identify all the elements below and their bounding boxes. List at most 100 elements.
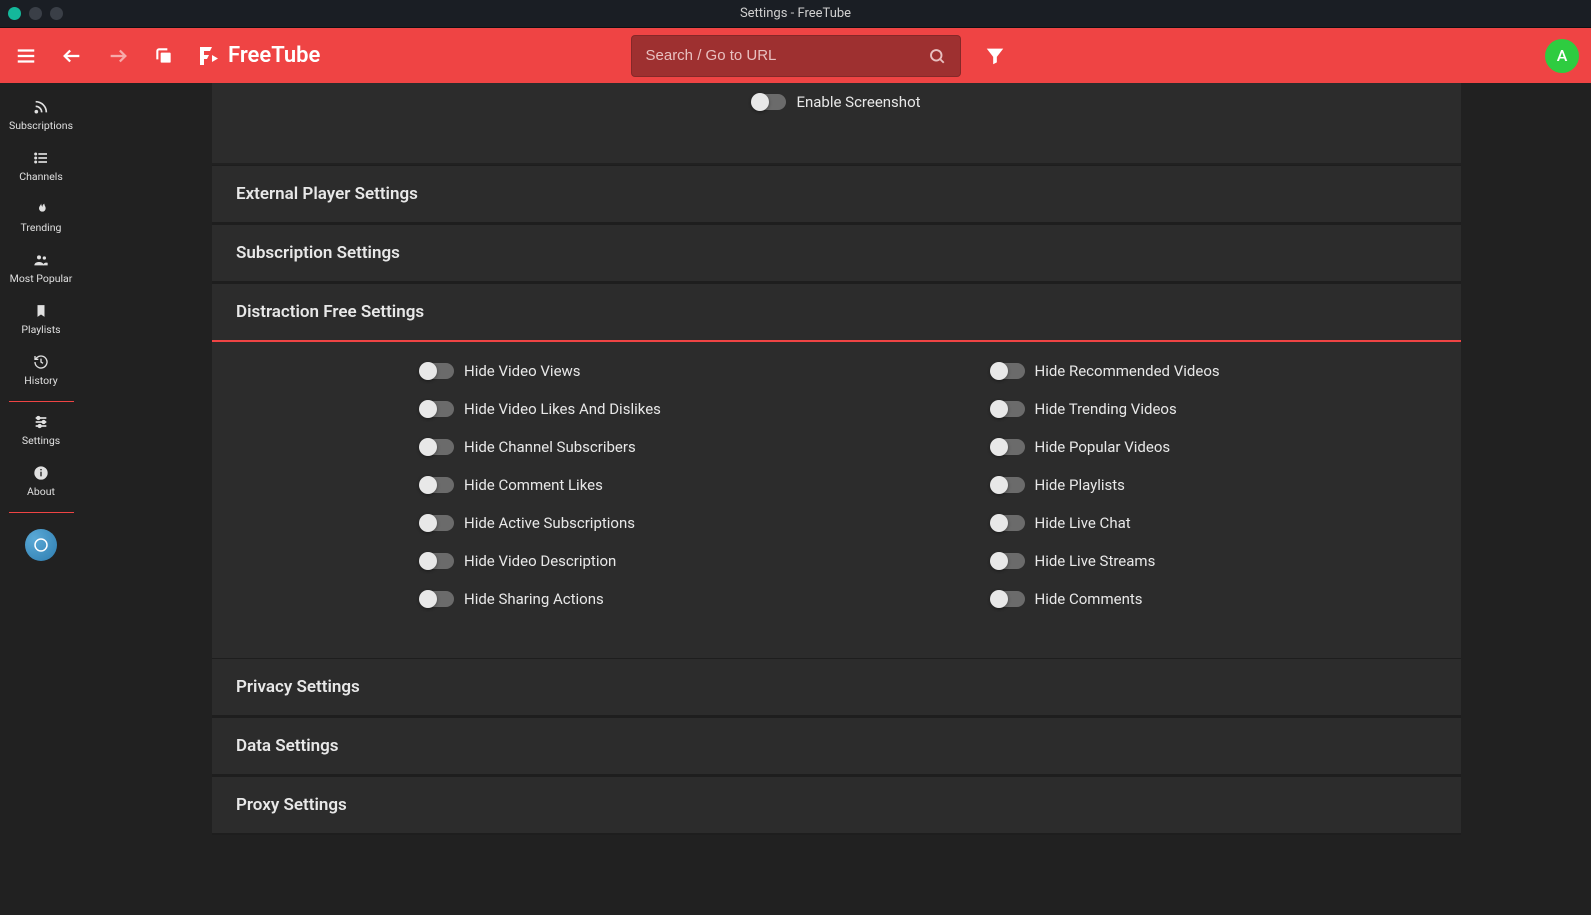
toggle-row: Hide Video Views: [420, 362, 891, 380]
distraction-free-body: Hide Video Views Hide Video Likes And Dis…: [212, 342, 1461, 658]
distraction-left-toggle-4[interactable]: [420, 515, 454, 531]
sidebar: Subscriptions Channels Trending Most Pop…: [0, 83, 82, 915]
enable-screenshot-label: Enable Screenshot: [796, 93, 920, 111]
sidebar-item-playlists[interactable]: Playlists: [0, 295, 82, 346]
distraction-right-toggle-5[interactable]: [991, 553, 1025, 569]
section-subscription[interactable]: Subscription Settings: [212, 224, 1461, 281]
toggle-label: Hide Trending Videos: [1035, 400, 1177, 418]
toggle-row: Hide Comments: [991, 590, 1462, 608]
forward-button[interactable]: [104, 42, 132, 70]
toggle-row: Hide Sharing Actions: [420, 590, 891, 608]
sidebar-item-settings[interactable]: Settings: [0, 406, 82, 457]
distraction-left-toggle-2[interactable]: [420, 439, 454, 455]
new-window-button[interactable]: [150, 42, 178, 70]
distraction-left-toggle-6[interactable]: [420, 591, 454, 607]
maximize-window-button[interactable]: [50, 7, 63, 20]
toggle-label: Hide Video Likes And Dislikes: [464, 400, 661, 418]
filter-icon: [984, 45, 1006, 67]
distraction-left-toggle-0[interactable]: [420, 363, 454, 379]
toggle-row: Hide Recommended Videos: [991, 362, 1462, 380]
profile-swirl-icon: [32, 536, 50, 554]
search-bar: [631, 35, 961, 77]
toggle-row: Hide Video Likes And Dislikes: [420, 400, 891, 418]
distraction-left-toggle-3[interactable]: [420, 477, 454, 493]
toggle-label: Hide Live Chat: [1035, 514, 1131, 532]
search-button[interactable]: [928, 47, 946, 65]
profile-circle[interactable]: [25, 529, 57, 561]
sidebar-item-label: Subscriptions: [9, 119, 73, 132]
section-data[interactable]: Data Settings: [212, 717, 1461, 774]
sidebar-item-label: Playlists: [21, 323, 60, 336]
search-input[interactable]: [646, 47, 928, 64]
arrow-right-icon: [107, 45, 129, 67]
window-controls: [0, 7, 63, 20]
toggle-label: Hide Live Streams: [1035, 552, 1156, 570]
section-proxy[interactable]: Proxy Settings: [212, 776, 1461, 833]
distraction-left-toggle-1[interactable]: [420, 401, 454, 417]
sidebar-item-channels[interactable]: Channels: [0, 142, 82, 193]
sliders-icon: [33, 414, 49, 430]
toggle-label: Hide Video Description: [464, 552, 616, 570]
rss-icon: [33, 99, 49, 115]
window-title: Settings - FreeTube: [740, 6, 851, 21]
toggle-label: Hide Channel Subscribers: [464, 438, 636, 456]
toggle-label: Hide Video Views: [464, 362, 581, 380]
distraction-right-toggle-6[interactable]: [991, 591, 1025, 607]
menu-button[interactable]: [12, 42, 40, 70]
section-external-player[interactable]: External Player Settings: [212, 165, 1461, 222]
sidebar-item-label: Settings: [22, 434, 60, 447]
toggle-label: Hide Active Subscriptions: [464, 514, 635, 532]
close-window-button[interactable]: [8, 7, 21, 20]
toggle-row: Hide Live Streams: [991, 552, 1462, 570]
sidebar-item-most-popular[interactable]: Most Popular: [0, 244, 82, 295]
distraction-right-toggle-4[interactable]: [991, 515, 1025, 531]
screenshot-settings-panel: Enable Screenshot: [212, 83, 1461, 163]
back-button[interactable]: [58, 42, 86, 70]
sidebar-divider: [9, 512, 74, 513]
toggle-row: Hide Comment Likes: [420, 476, 891, 494]
toggle-label: Hide Playlists: [1035, 476, 1125, 494]
logo-text: FreeTube: [228, 43, 320, 68]
sidebar-item-subscriptions[interactable]: Subscriptions: [0, 91, 82, 142]
users-icon: [32, 252, 50, 268]
topbar: FreeTube A: [0, 28, 1591, 83]
distraction-right-toggle-0[interactable]: [991, 363, 1025, 379]
list-icon: [33, 150, 49, 166]
toggle-label: Hide Comments: [1035, 590, 1143, 608]
toggle-row: Hide Playlists: [991, 476, 1462, 494]
sidebar-item-label: Channels: [19, 170, 62, 183]
distraction-left-toggle-5[interactable]: [420, 553, 454, 569]
toggle-row: Hide Video Description: [420, 552, 891, 570]
distraction-right-toggle-2[interactable]: [991, 439, 1025, 455]
filter-button[interactable]: [981, 42, 1009, 70]
toggle-row: Hide Channel Subscribers: [420, 438, 891, 456]
distraction-right-toggle-3[interactable]: [991, 477, 1025, 493]
arrow-left-icon: [61, 45, 83, 67]
fire-icon: [33, 201, 49, 217]
sidebar-item-trending[interactable]: Trending: [0, 193, 82, 244]
sidebar-item-label: History: [24, 374, 57, 387]
toggle-row: Hide Active Subscriptions: [420, 514, 891, 532]
avatar-initial: A: [1557, 46, 1568, 65]
enable-screenshot-toggle[interactable]: [752, 94, 786, 110]
toggle-row: Hide Popular Videos: [991, 438, 1462, 456]
distraction-right-toggle-1[interactable]: [991, 401, 1025, 417]
avatar[interactable]: A: [1545, 39, 1579, 73]
info-icon: [33, 465, 49, 481]
content-area[interactable]: Enable Screenshot External Player Settin…: [82, 83, 1591, 915]
sidebar-item-label: Trending: [21, 221, 62, 234]
toggle-label: Hide Sharing Actions: [464, 590, 604, 608]
section-distraction-free[interactable]: Distraction Free Settings: [212, 283, 1461, 342]
sidebar-item-history[interactable]: History: [0, 346, 82, 397]
sidebar-item-about[interactable]: About: [0, 457, 82, 508]
toggle-label: Hide Popular Videos: [1035, 438, 1171, 456]
bookmark-icon: [34, 303, 48, 319]
minimize-window-button[interactable]: [29, 7, 42, 20]
sidebar-item-label: About: [27, 485, 55, 498]
toggle-row: Hide Trending Videos: [991, 400, 1462, 418]
copy-icon: [154, 46, 174, 66]
section-privacy[interactable]: Privacy Settings: [212, 658, 1461, 715]
titlebar: Settings - FreeTube: [0, 0, 1591, 28]
logo[interactable]: FreeTube: [196, 43, 320, 68]
toggle-label: Hide Comment Likes: [464, 476, 603, 494]
